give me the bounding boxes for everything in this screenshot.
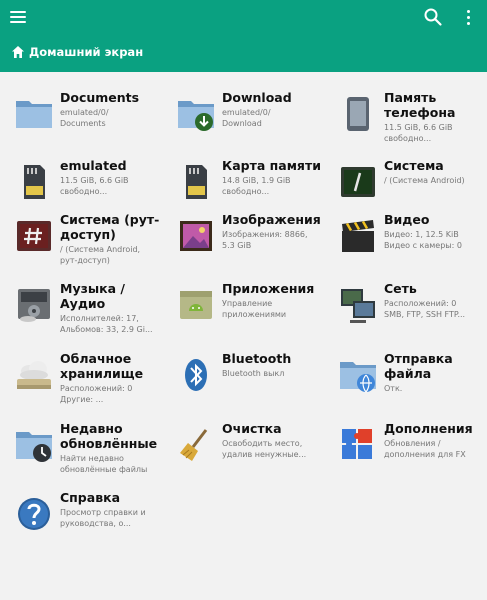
download-folder-icon (178, 101, 214, 131)
help-icon (18, 498, 50, 530)
folder-icon (16, 101, 52, 128)
tile-cleanup[interactable]: Очистка Освободить место, удалив ненужные… (166, 413, 326, 477)
tile-subtitle: Освободить место, удалив ненужные... (222, 439, 307, 459)
tile-title: Очистка (222, 421, 282, 436)
tile-images[interactable]: Изображения Изображения: 8866, 5.3 GiB (166, 204, 326, 268)
tile-subtitle: 11.5 GiB, 6.6 GiB свободно... (60, 176, 129, 196)
sd-card-icon (24, 165, 45, 199)
tile-title: Музыка / Аудио (60, 281, 125, 311)
tile-title: Изображения (222, 212, 321, 227)
root-terminal-icon (17, 221, 51, 251)
tile-title: Documents (60, 90, 140, 105)
tile-title: Память телефона (384, 90, 456, 120)
bluetooth-icon (185, 359, 207, 391)
tile-title: Дополнения (384, 421, 473, 436)
tile-title: Недавно обновлённые (60, 421, 158, 451)
breadcrumb-label: Домашний экран (29, 45, 144, 59)
tile-title: Отправка файла (384, 351, 453, 381)
tile-title: Bluetooth (222, 351, 292, 366)
puzzle-icon (342, 429, 372, 459)
tile-recent[interactable]: Недавно обновлённые Найти недавно обновлё… (4, 413, 164, 477)
tile-title: Система (рут- доступ) (60, 212, 160, 242)
tile-subtitle: Bluetooth выкл (222, 369, 285, 378)
tile-subtitle: / (Система Android) (384, 176, 465, 185)
android-apps-icon (180, 291, 212, 319)
breadcrumb[interactable]: Домашний экран (11, 43, 143, 61)
tile-video[interactable]: Видео Видео: 1, 12.5 KiB Видео с камеры: … (328, 204, 487, 268)
home-icon (12, 46, 24, 58)
tile-subtitle: Обновления / дополнения для FX (384, 439, 466, 459)
tile-subtitle: / (Система Android, рут-доступ) (60, 245, 141, 265)
tile-title: Облачное хранилище (60, 351, 144, 381)
tile-network[interactable]: Сеть Расположений: 0 SMB, FTP, SSH FTP... (328, 273, 487, 337)
tile-title: Приложения (222, 281, 315, 296)
tile-subtitle: 14.8 GiB, 1.9 GiB свободно... (222, 176, 291, 196)
cloud-icon (17, 361, 51, 389)
tile-help[interactable]: Справка Просмотр справки и руководства, о… (4, 482, 164, 546)
tile-subtitle: Отк. (384, 384, 403, 393)
tile-apps[interactable]: Приложения Управление приложениями (166, 273, 326, 337)
clapperboard-icon (342, 220, 374, 252)
sd-card-icon (186, 165, 207, 199)
tile-title: Справка (60, 490, 121, 505)
broom-icon (180, 429, 208, 461)
tile-subtitle: Расположений: 0 SMB, FTP, SSH FTP... (384, 299, 466, 319)
tile-addons[interactable]: Дополнения Обновления / дополнения для FX (328, 413, 487, 477)
phone-icon (347, 97, 369, 131)
network-icon (341, 289, 375, 323)
tile-title: emulated (60, 158, 127, 173)
tile-title: Карта памяти (222, 158, 321, 173)
tile-title: Download (222, 90, 292, 105)
tile-music[interactable]: Музыка / Аудио Исполнителей: 17, Альбомов… (4, 273, 164, 337)
tile-subtitle: Просмотр справки и руководства, о... (60, 508, 146, 528)
tile-title: Сеть (384, 281, 417, 296)
tile-subtitle: emulated/0/ Documents (60, 108, 109, 128)
tile-subtitle: Видео: 1, 12.5 KiB Видео с камеры: 0 (384, 230, 462, 250)
tile-subtitle: Изображения: 8866, 5.3 GiB (222, 230, 308, 250)
music-player-icon (18, 289, 50, 322)
tile-subtitle: emulated/0/ Download (222, 108, 271, 128)
tile-send-file[interactable]: Отправка файла Отк. (328, 343, 487, 407)
image-icon (180, 221, 212, 251)
tile-title: Видео (384, 212, 430, 227)
send-file-icon (340, 362, 376, 393)
search-icon[interactable] (422, 6, 444, 28)
tile-title: Система (384, 158, 444, 173)
tile-system-root[interactable]: Система (рут- доступ) / (Система Android,… (4, 204, 164, 268)
terminal-icon (341, 167, 375, 197)
app-bar: Домашний экран (0, 0, 487, 72)
tile-subtitle: Управление приложениями (222, 299, 287, 319)
tile-phone-memory[interactable]: Память телефона 11.5 GiB, 6.6 GiB свободн… (328, 82, 487, 146)
hamburger-menu-icon[interactable] (8, 6, 30, 28)
recent-files-icon (16, 432, 52, 462)
tile-subtitle: Расположений: 0 Другие: ... (60, 384, 133, 404)
tile-documents[interactable]: Documents emulated/0/ Documents (4, 82, 164, 146)
tile-cloud-storage[interactable]: Облачное хранилище Расположений: 0 Другие… (4, 343, 164, 407)
tile-download[interactable]: Download emulated/0/ Download (166, 82, 326, 146)
more-vertical-icon[interactable] (459, 6, 479, 28)
tile-bluetooth[interactable]: Bluetooth Bluetooth выкл (166, 343, 326, 407)
tile-subtitle: Исполнителей: 17, Альбомов: 33, 2.9 Gi..… (60, 314, 153, 334)
home-grid: Documents emulated/0/ Documents Download e… (0, 72, 487, 600)
tile-subtitle: Найти недавно обновлённые файлы (60, 454, 148, 474)
tile-subtitle: 11.5 GiB, 6.6 GiB свободно... (384, 123, 453, 143)
